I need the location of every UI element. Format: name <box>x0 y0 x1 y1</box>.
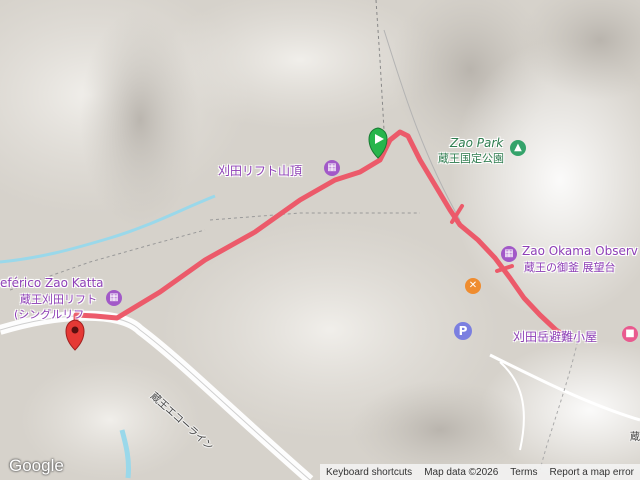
zao-park-label-en[interactable]: Zao Park <box>450 136 503 150</box>
map-canvas[interactable]: ▦ 刈田リフト山頂 ▲ Zao Park 蔵王国定公園 ▦ Zao Okama … <box>0 0 640 480</box>
google-logo: Google <box>9 456 64 475</box>
okama-label-ja[interactable]: 蔵王の御釜 展望台 <box>524 259 616 275</box>
teleferico-label[interactable]: eférico Zao Katta <box>0 276 104 290</box>
fork-knife-icon[interactable]: ✕ <box>465 278 481 294</box>
edge-road-label: 蔵 <box>630 432 640 443</box>
report-error-link[interactable]: Report a map error <box>550 467 634 478</box>
building-icon[interactable]: ▦ <box>501 246 517 262</box>
okama-label-en[interactable]: Zao Okama Observ <box>522 244 638 258</box>
lift-summit-label[interactable]: 刈田リフト山頂 <box>218 162 302 179</box>
parking-icon[interactable]: P <box>454 322 472 340</box>
building-icon[interactable]: ▦ <box>324 160 340 176</box>
map-data-text: Map data ©2026 <box>424 466 499 478</box>
hut-label[interactable]: 刈田岳避難小屋 <box>513 328 597 345</box>
map-footer: Keyboard shortcuts Map data ©2026 Terms … <box>320 464 640 480</box>
single-lift-label[interactable]: (シングルリフ <box>14 306 84 322</box>
bed-icon[interactable]: ■ <box>622 326 638 342</box>
terrain-layer <box>0 0 640 480</box>
terms-link[interactable]: Terms <box>510 467 537 478</box>
zao-park-label-ja[interactable]: 蔵王国定公園 <box>438 150 504 166</box>
tree-icon[interactable]: ▲ <box>510 140 526 156</box>
katta-lift-label[interactable]: 蔵王刈田リフト <box>20 291 97 307</box>
keyboard-shortcuts-link[interactable]: Keyboard shortcuts <box>326 467 412 478</box>
building-icon[interactable]: ▦ <box>106 290 122 306</box>
